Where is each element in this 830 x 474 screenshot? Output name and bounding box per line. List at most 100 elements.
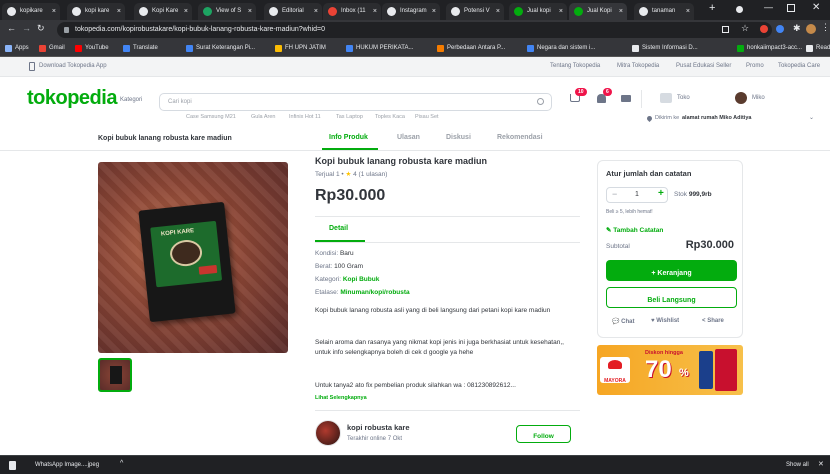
- browser-tab[interactable]: Instagram ×: [382, 3, 440, 20]
- puzzle-icon[interactable]: ✱: [793, 23, 801, 34]
- category-menu[interactable]: Kategori: [120, 97, 142, 103]
- increment-button[interactable]: +: [658, 188, 664, 199]
- bookmark-item[interactable]: Gmail: [39, 40, 65, 57]
- close-tab-icon[interactable]: ×: [373, 3, 377, 20]
- chat-button[interactable]: 💬 Chat: [612, 318, 635, 325]
- download-filename[interactable]: WhatsApp Image....jpeg: [35, 462, 99, 468]
- browser-tab[interactable]: View of S ×: [198, 3, 256, 20]
- search-suggestion-link[interactable]: Pisau Set: [415, 114, 439, 120]
- new-tab-icon[interactable]: +: [709, 2, 715, 14]
- extension-icon-2[interactable]: [776, 25, 784, 33]
- bookmark-item[interactable]: YouTube: [75, 40, 109, 57]
- download-app-link[interactable]: Download Tokopedia App: [39, 63, 107, 69]
- share-page-icon[interactable]: [722, 26, 729, 33]
- bookmark-star-icon[interactable]: ☆: [741, 23, 749, 34]
- browser-tab[interactable]: Inbox (11 ×: [323, 3, 381, 20]
- search-suggestion-link[interactable]: Toples Kaca: [375, 114, 405, 120]
- close-download-bar-icon[interactable]: ✕: [818, 460, 824, 468]
- search-suggestion-link[interactable]: Tas Laptop: [336, 114, 363, 120]
- share-button[interactable]: < Share: [702, 318, 724, 324]
- menu-kebab-icon[interactable]: ⋮: [821, 22, 830, 33]
- close-tab-icon[interactable]: ×: [619, 3, 623, 20]
- see-more-link[interactable]: Lihat Selengkapnya: [315, 395, 367, 401]
- wishlist-button[interactable]: ♥ Wishlist: [651, 318, 679, 324]
- quantity-value[interactable]: 1: [635, 191, 639, 198]
- bookmark-item[interactable]: Apps: [5, 40, 29, 57]
- top-link[interactable]: Pusat Edukasi Seller: [676, 63, 731, 69]
- browser-tab[interactable]: Jual kopi ×: [509, 3, 567, 20]
- inbox-icon[interactable]: [621, 95, 631, 102]
- close-tab-icon[interactable]: ×: [248, 3, 252, 20]
- close-tab-icon[interactable]: ×: [117, 3, 121, 20]
- bookmark-item[interactable]: FH UPN JATIM: [275, 40, 326, 57]
- user-avatar[interactable]: [735, 92, 747, 104]
- buy-now-button[interactable]: Beli Langsung: [606, 287, 737, 308]
- top-link[interactable]: Tentang Tokopedia: [550, 63, 600, 69]
- bookmark-item[interactable]: Perbedaan Antara P...: [437, 40, 505, 57]
- browser-tab[interactable]: kopi kare ×: [67, 3, 125, 20]
- bookmark-item[interactable]: Translate: [123, 40, 158, 57]
- minimize-icon[interactable]: —: [764, 2, 773, 12]
- browser-tab[interactable]: Jual Kopi ×: [569, 3, 627, 20]
- etalase-link[interactable]: Minuman/kopi/robusta: [340, 289, 409, 296]
- shop-icon[interactable]: [660, 93, 672, 103]
- bookmark-item[interactable]: honkaiimpact3-acc...: [737, 40, 802, 57]
- browser-tab[interactable]: tanaman ×: [634, 3, 694, 20]
- close-tab-icon[interactable]: ×: [432, 3, 436, 20]
- bookmark-item[interactable]: Surat Keterangan Pi...: [186, 40, 255, 57]
- search-suggestion-link[interactable]: Gula Aren: [251, 114, 275, 120]
- add-note-link[interactable]: ✎ Tambah Catatan: [606, 226, 663, 234]
- add-to-cart-button[interactable]: + Keranjang: [606, 260, 737, 281]
- back-icon[interactable]: ←: [7, 23, 16, 33]
- seller-avatar[interactable]: [315, 420, 341, 446]
- search-icon[interactable]: [537, 98, 544, 105]
- chevron-down-icon[interactable]: ⌄: [809, 114, 814, 121]
- shop-label[interactable]: Toko: [677, 95, 690, 101]
- bookmark-item[interactable]: Sistem Informasi D...: [632, 40, 698, 57]
- tab-rekomendasi[interactable]: Rekomendasi: [497, 134, 543, 141]
- profile-dot-icon[interactable]: [736, 6, 743, 13]
- bookmark-item[interactable]: HUKUM PERIKATA...: [346, 40, 413, 57]
- ship-to-address[interactable]: alamat rumah Miko Aditiya: [682, 115, 751, 121]
- browser-tab[interactable]: kopikare ×: [2, 3, 60, 20]
- tab-ulasan[interactable]: Ulasan: [397, 134, 420, 141]
- close-window-icon[interactable]: ✕: [812, 2, 820, 13]
- search-suggestion-link[interactable]: Case Samsung M21: [186, 114, 236, 120]
- browser-tab[interactable]: Potensi V ×: [446, 3, 504, 20]
- extension-icon[interactable]: [760, 25, 768, 33]
- tab-info-produk[interactable]: Info Produk: [329, 134, 368, 141]
- close-tab-icon[interactable]: ×: [184, 3, 188, 20]
- search-input[interactable]: Cari kopi: [159, 93, 552, 111]
- seller-name[interactable]: kopi robusta kare: [347, 423, 410, 432]
- review-count[interactable]: (1 ulasan): [359, 171, 388, 178]
- product-thumbnail[interactable]: [98, 358, 132, 392]
- top-link[interactable]: Tokopedia Care: [778, 63, 820, 69]
- decrement-button[interactable]: −: [612, 189, 617, 199]
- browser-tab[interactable]: Editorial ×: [264, 3, 322, 20]
- browser-tab[interactable]: Kopi Kare ×: [134, 3, 192, 20]
- product-main-image[interactable]: KOPI KARE: [98, 162, 288, 353]
- close-tab-icon[interactable]: ×: [686, 3, 690, 20]
- kategori-link[interactable]: Kopi Bubuk: [343, 276, 379, 283]
- top-link[interactable]: Mitra Tokopedia: [617, 63, 659, 69]
- mayora-ad-banner[interactable]: MAYORA Diskon hingga 70 %: [597, 345, 743, 395]
- chevron-up-icon[interactable]: ^: [120, 460, 123, 467]
- close-tab-icon[interactable]: ×: [496, 3, 500, 20]
- close-tab-icon[interactable]: ×: [314, 3, 318, 20]
- close-tab-icon[interactable]: ×: [559, 3, 563, 20]
- quantity-stepper[interactable]: − 1 +: [606, 187, 668, 203]
- tokopedia-logo[interactable]: tokopedia: [27, 87, 117, 110]
- reload-icon[interactable]: ↻: [37, 23, 45, 34]
- close-tab-icon[interactable]: ×: [52, 3, 56, 20]
- forward-icon[interactable]: →: [22, 23, 31, 33]
- tab-diskusi[interactable]: Diskusi: [446, 134, 471, 141]
- avatar[interactable]: [806, 24, 816, 34]
- bookmark-item[interactable]: Negara dan sistem i...: [527, 40, 595, 57]
- search-suggestion-link[interactable]: Infinix Hot 11: [289, 114, 321, 120]
- show-all-button[interactable]: Show all: [786, 462, 809, 468]
- bookmark-item[interactable]: Reading list: [806, 40, 830, 57]
- tab-detail[interactable]: Detail: [329, 225, 348, 232]
- url-field[interactable]: tokopedia.com/kopirobustakare/kopi-bubuk…: [57, 22, 772, 38]
- user-name[interactable]: Miko: [752, 95, 765, 101]
- top-link[interactable]: Promo: [746, 63, 764, 69]
